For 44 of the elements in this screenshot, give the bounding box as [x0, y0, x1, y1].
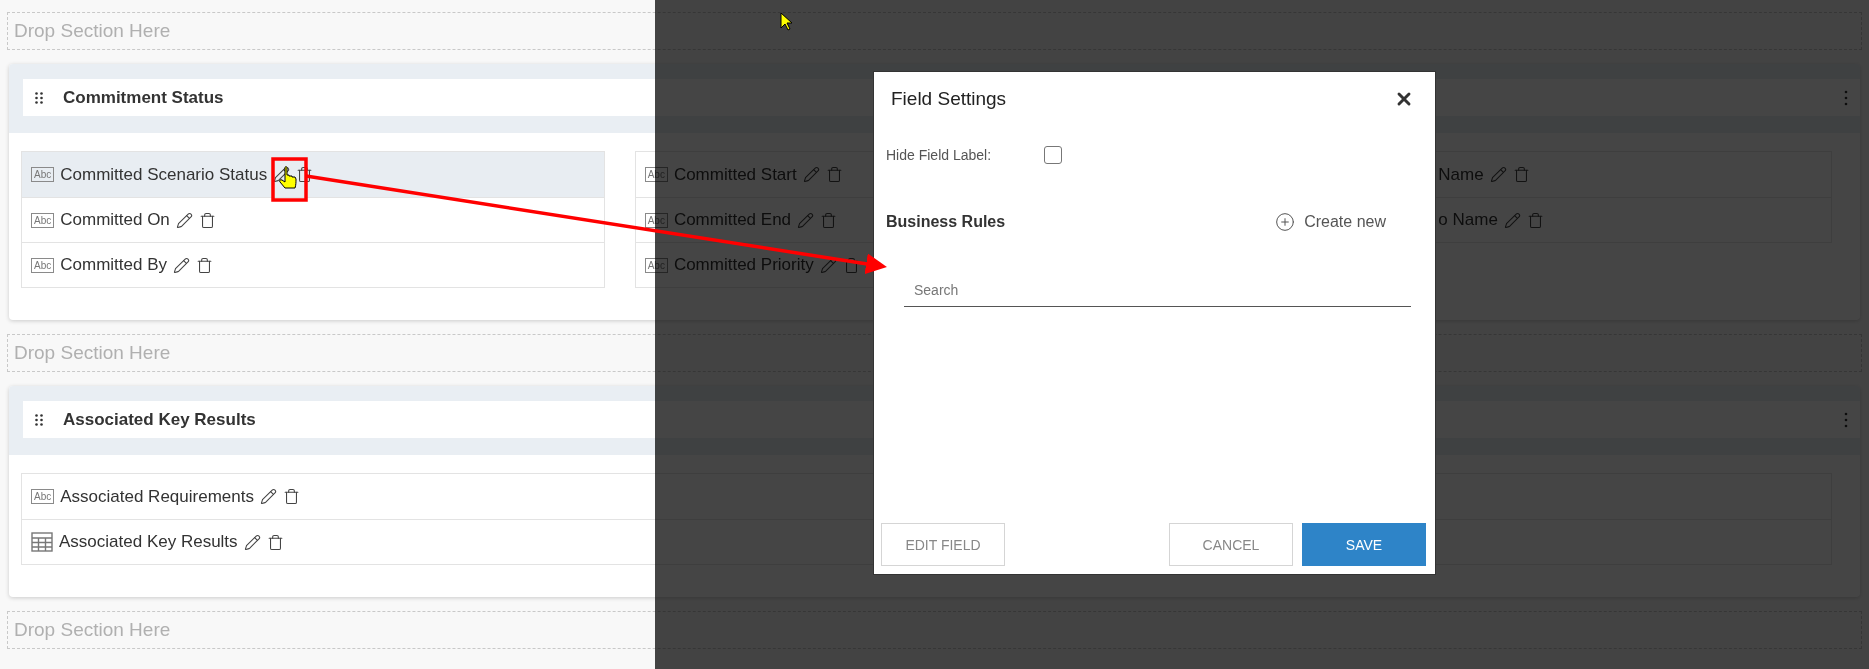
- text-field-icon: Abc: [31, 489, 55, 504]
- field-label: Committed Scenario Status: [60, 164, 268, 185]
- table-icon: [31, 532, 53, 552]
- plus-circle-icon: [1275, 212, 1296, 232]
- field-label: Committed By: [60, 255, 167, 275]
- field-label: Name: [1438, 164, 1484, 185]
- delete-button[interactable]: [282, 488, 300, 505]
- text-field-icon: Abc: [31, 167, 55, 182]
- delete-button[interactable]: [296, 166, 314, 183]
- highlight-frame: [271, 157, 308, 202]
- field-label: Committed Start: [673, 164, 797, 185]
- dialog-button[interactable]: EDIT FIELD: [881, 523, 1005, 566]
- field-label: o Name: [1438, 210, 1498, 230]
- field-label: Committed On: [60, 210, 170, 230]
- dialog-button[interactable]: SAVE: [1302, 523, 1426, 566]
- edit-button[interactable]: [259, 488, 277, 505]
- delete-button[interactable]: [198, 211, 216, 229]
- drag-handle-icon[interactable]: [35, 91, 43, 104]
- create-new-button[interactable]: Create new: [1275, 212, 1386, 232]
- hand-cursor-icon: [279, 166, 297, 189]
- edit-button[interactable]: [175, 211, 193, 229]
- field-row[interactable]: Abc Committed Scenario Status: [22, 152, 604, 197]
- hide-label-text: Hide Field Label:: [886, 147, 993, 163]
- edit-button[interactable]: [173, 256, 190, 274]
- business-rules-heading: Business Rules: [886, 213, 1006, 231]
- pointer-cursor-icon: [780, 12, 793, 31]
- section-title: Commitment Status: [63, 87, 224, 108]
- field-label: Associated Key Results: [59, 532, 238, 552]
- dialog-button[interactable]: CANCEL: [1169, 523, 1293, 566]
- dialog-title: Field Settings: [891, 88, 1007, 110]
- drop-zone-text: Drop Section Here: [14, 619, 171, 641]
- text-field-icon: Abc: [31, 257, 55, 273]
- drop-zone-text: Drop Section Here: [14, 342, 171, 364]
- drag-handle-icon[interactable]: [35, 413, 43, 426]
- edit-button[interactable]: [243, 533, 261, 551]
- field-label: Associated Requirements: [60, 486, 254, 507]
- field-label: Committed End: [673, 210, 792, 230]
- hide-label-checkbox[interactable]: [1044, 146, 1062, 164]
- field-label: Committed Priority: [673, 255, 814, 275]
- text-field-icon: Abc: [31, 212, 55, 228]
- section-title: Associated Key Results: [63, 409, 256, 430]
- delete-button[interactable]: [196, 256, 213, 274]
- drop-zone-text: Drop Section Here: [14, 20, 171, 42]
- delete-button[interactable]: [266, 533, 284, 551]
